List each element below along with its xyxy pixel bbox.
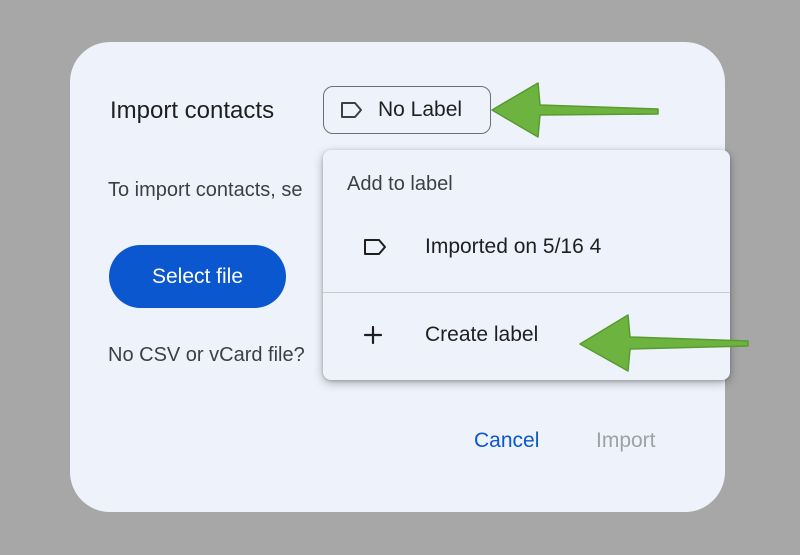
plus-icon (363, 325, 383, 345)
menu-item-imported-label[interactable]: Imported on 5/16 4 (323, 217, 730, 277)
label-outline-icon (340, 101, 364, 119)
no-file-help-text: No CSV or vCard file? (108, 344, 305, 366)
add-to-label-menu: Add to label Imported on 5/16 4 Create l… (323, 150, 730, 380)
import-button[interactable]: Import (596, 429, 656, 453)
cancel-button[interactable]: Cancel (474, 429, 539, 453)
import-instruction-text: To import contacts, se (108, 179, 303, 201)
label-outline-icon (363, 238, 389, 256)
dialog-title: Import contacts (110, 97, 275, 124)
no-label-chip[interactable]: No Label (323, 86, 491, 134)
menu-item-label: Create label (425, 323, 539, 346)
menu-item-label: Imported on 5/16 4 (425, 235, 602, 258)
label-chip-text: No Label (378, 98, 463, 121)
menu-item-create-label[interactable]: Create label (323, 305, 730, 365)
menu-heading: Add to label (347, 173, 453, 195)
select-file-button[interactable]: Select file (109, 245, 286, 308)
menu-divider (323, 292, 730, 293)
